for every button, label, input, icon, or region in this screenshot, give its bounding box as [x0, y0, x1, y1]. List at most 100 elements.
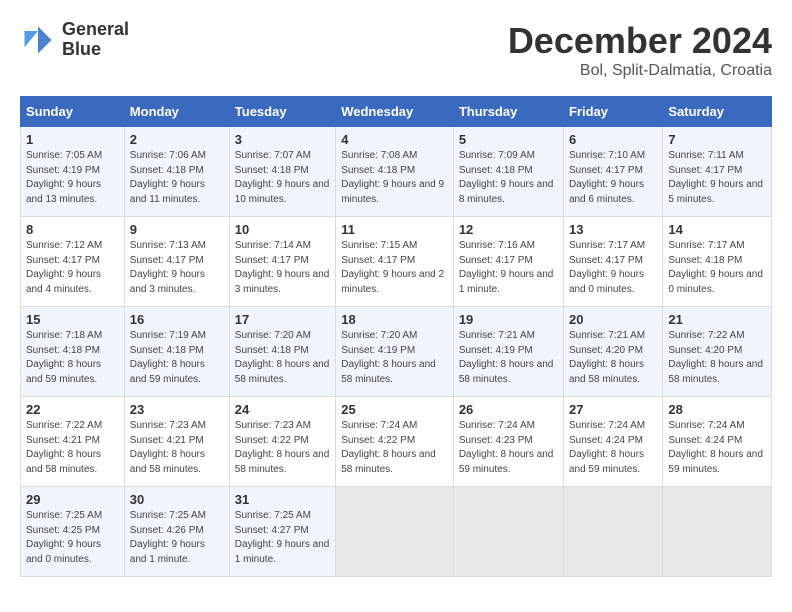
calendar-day-cell: 13 Sunrise: 7:17 AMSunset: 4:17 PMDaylig…: [563, 217, 662, 307]
day-number: 29: [26, 492, 119, 507]
day-number: 2: [130, 132, 224, 147]
day-number: 4: [341, 132, 448, 147]
calendar-day-cell: 6 Sunrise: 7:10 AMSunset: 4:17 PMDayligh…: [563, 127, 662, 217]
calendar-day-cell: 23 Sunrise: 7:23 AMSunset: 4:21 PMDaylig…: [124, 397, 229, 487]
calendar-day-cell: 29 Sunrise: 7:25 AMSunset: 4:25 PMDaylig…: [21, 487, 125, 577]
calendar-day-cell: 5 Sunrise: 7:09 AMSunset: 4:18 PMDayligh…: [453, 127, 563, 217]
calendar-day-cell: [563, 487, 662, 577]
calendar-day-cell: 24 Sunrise: 7:23 AMSunset: 4:22 PMDaylig…: [229, 397, 335, 487]
day-number: 8: [26, 222, 119, 237]
day-info: Sunrise: 7:05 AMSunset: 4:19 PMDaylight:…: [26, 150, 102, 205]
calendar-day-cell: 19 Sunrise: 7:21 AMSunset: 4:19 PMDaylig…: [453, 307, 563, 397]
calendar-day-cell: 25 Sunrise: 7:24 AMSunset: 4:22 PMDaylig…: [336, 397, 454, 487]
day-info: Sunrise: 7:11 AMSunset: 4:17 PMDaylight:…: [668, 150, 763, 205]
calendar-day-cell: 2 Sunrise: 7:06 AMSunset: 4:18 PMDayligh…: [124, 127, 229, 217]
day-number: 9: [130, 222, 224, 237]
day-info: Sunrise: 7:23 AMSunset: 4:21 PMDaylight:…: [130, 420, 206, 475]
logo: General Blue: [20, 20, 129, 60]
day-info: Sunrise: 7:06 AMSunset: 4:18 PMDaylight:…: [130, 150, 206, 205]
location-subtitle: Bol, Split-Dalmatia, Croatia: [508, 62, 772, 80]
day-number: 19: [459, 312, 558, 327]
day-info: Sunrise: 7:10 AMSunset: 4:17 PMDaylight:…: [569, 150, 645, 205]
day-number: 18: [341, 312, 448, 327]
calendar-week-row: 1 Sunrise: 7:05 AMSunset: 4:19 PMDayligh…: [21, 127, 772, 217]
calendar-day-cell: [453, 487, 563, 577]
calendar-day-cell: 4 Sunrise: 7:08 AMSunset: 4:18 PMDayligh…: [336, 127, 454, 217]
calendar-day-cell: 7 Sunrise: 7:11 AMSunset: 4:17 PMDayligh…: [663, 127, 772, 217]
day-info: Sunrise: 7:15 AMSunset: 4:17 PMDaylight:…: [341, 240, 444, 295]
calendar-header-row: Sunday Monday Tuesday Wednesday Thursday…: [21, 97, 772, 127]
header-sunday: Sunday: [21, 97, 125, 127]
calendar-day-cell: 31 Sunrise: 7:25 AMSunset: 4:27 PMDaylig…: [229, 487, 335, 577]
calendar-day-cell: 27 Sunrise: 7:24 AMSunset: 4:24 PMDaylig…: [563, 397, 662, 487]
logo-text: General Blue: [62, 20, 129, 60]
day-number: 1: [26, 132, 119, 147]
day-number: 25: [341, 402, 448, 417]
day-number: 21: [668, 312, 766, 327]
calendar-day-cell: 28 Sunrise: 7:24 AMSunset: 4:24 PMDaylig…: [663, 397, 772, 487]
day-info: Sunrise: 7:07 AMSunset: 4:18 PMDaylight:…: [235, 150, 330, 205]
calendar-day-cell: 22 Sunrise: 7:22 AMSunset: 4:21 PMDaylig…: [21, 397, 125, 487]
month-year-title: December 2024: [508, 20, 772, 62]
header-wednesday: Wednesday: [336, 97, 454, 127]
calendar-day-cell: 17 Sunrise: 7:20 AMSunset: 4:18 PMDaylig…: [229, 307, 335, 397]
calendar-week-row: 8 Sunrise: 7:12 AMSunset: 4:17 PMDayligh…: [21, 217, 772, 307]
page-header: General Blue December 2024 Bol, Split-Da…: [20, 20, 772, 80]
day-number: 27: [569, 402, 657, 417]
calendar-day-cell: 18 Sunrise: 7:20 AMSunset: 4:19 PMDaylig…: [336, 307, 454, 397]
day-info: Sunrise: 7:17 AMSunset: 4:17 PMDaylight:…: [569, 240, 645, 295]
day-number: 6: [569, 132, 657, 147]
day-info: Sunrise: 7:24 AMSunset: 4:22 PMDaylight:…: [341, 420, 436, 475]
logo-icon: [20, 22, 56, 58]
day-info: Sunrise: 7:22 AMSunset: 4:21 PMDaylight:…: [26, 420, 102, 475]
day-info: Sunrise: 7:12 AMSunset: 4:17 PMDaylight:…: [26, 240, 102, 295]
calendar-day-cell: 12 Sunrise: 7:16 AMSunset: 4:17 PMDaylig…: [453, 217, 563, 307]
day-info: Sunrise: 7:17 AMSunset: 4:18 PMDaylight:…: [668, 240, 763, 295]
day-number: 17: [235, 312, 330, 327]
day-number: 12: [459, 222, 558, 237]
header-friday: Friday: [563, 97, 662, 127]
day-info: Sunrise: 7:13 AMSunset: 4:17 PMDaylight:…: [130, 240, 206, 295]
calendar-day-cell: 15 Sunrise: 7:18 AMSunset: 4:18 PMDaylig…: [21, 307, 125, 397]
day-number: 28: [668, 402, 766, 417]
calendar-day-cell: 11 Sunrise: 7:15 AMSunset: 4:17 PMDaylig…: [336, 217, 454, 307]
day-info: Sunrise: 7:09 AMSunset: 4:18 PMDaylight:…: [459, 150, 554, 205]
day-number: 26: [459, 402, 558, 417]
day-number: 13: [569, 222, 657, 237]
day-number: 23: [130, 402, 224, 417]
day-number: 15: [26, 312, 119, 327]
day-number: 16: [130, 312, 224, 327]
day-number: 3: [235, 132, 330, 147]
day-number: 24: [235, 402, 330, 417]
day-info: Sunrise: 7:24 AMSunset: 4:23 PMDaylight:…: [459, 420, 554, 475]
day-info: Sunrise: 7:16 AMSunset: 4:17 PMDaylight:…: [459, 240, 554, 295]
day-number: 11: [341, 222, 448, 237]
calendar-day-cell: 1 Sunrise: 7:05 AMSunset: 4:19 PMDayligh…: [21, 127, 125, 217]
title-block: December 2024 Bol, Split-Dalmatia, Croat…: [508, 20, 772, 80]
day-number: 5: [459, 132, 558, 147]
calendar-day-cell: 14 Sunrise: 7:17 AMSunset: 4:18 PMDaylig…: [663, 217, 772, 307]
calendar-day-cell: 10 Sunrise: 7:14 AMSunset: 4:17 PMDaylig…: [229, 217, 335, 307]
day-info: Sunrise: 7:24 AMSunset: 4:24 PMDaylight:…: [569, 420, 645, 475]
day-info: Sunrise: 7:25 AMSunset: 4:25 PMDaylight:…: [26, 510, 102, 565]
day-info: Sunrise: 7:25 AMSunset: 4:26 PMDaylight:…: [130, 510, 206, 565]
day-info: Sunrise: 7:25 AMSunset: 4:27 PMDaylight:…: [235, 510, 330, 565]
calendar-day-cell: 21 Sunrise: 7:22 AMSunset: 4:20 PMDaylig…: [663, 307, 772, 397]
calendar-table: Sunday Monday Tuesday Wednesday Thursday…: [20, 96, 772, 577]
calendar-week-row: 29 Sunrise: 7:25 AMSunset: 4:25 PMDaylig…: [21, 487, 772, 577]
calendar-day-cell: 3 Sunrise: 7:07 AMSunset: 4:18 PMDayligh…: [229, 127, 335, 217]
day-info: Sunrise: 7:08 AMSunset: 4:18 PMDaylight:…: [341, 150, 444, 205]
calendar-day-cell: 9 Sunrise: 7:13 AMSunset: 4:17 PMDayligh…: [124, 217, 229, 307]
day-info: Sunrise: 7:19 AMSunset: 4:18 PMDaylight:…: [130, 330, 206, 385]
header-thursday: Thursday: [453, 97, 563, 127]
header-tuesday: Tuesday: [229, 97, 335, 127]
calendar-week-row: 22 Sunrise: 7:22 AMSunset: 4:21 PMDaylig…: [21, 397, 772, 487]
day-info: Sunrise: 7:20 AMSunset: 4:19 PMDaylight:…: [341, 330, 436, 385]
day-number: 30: [130, 492, 224, 507]
day-info: Sunrise: 7:23 AMSunset: 4:22 PMDaylight:…: [235, 420, 330, 475]
day-number: 31: [235, 492, 330, 507]
calendar-day-cell: 26 Sunrise: 7:24 AMSunset: 4:23 PMDaylig…: [453, 397, 563, 487]
header-saturday: Saturday: [663, 97, 772, 127]
calendar-day-cell: [336, 487, 454, 577]
day-info: Sunrise: 7:20 AMSunset: 4:18 PMDaylight:…: [235, 330, 330, 385]
